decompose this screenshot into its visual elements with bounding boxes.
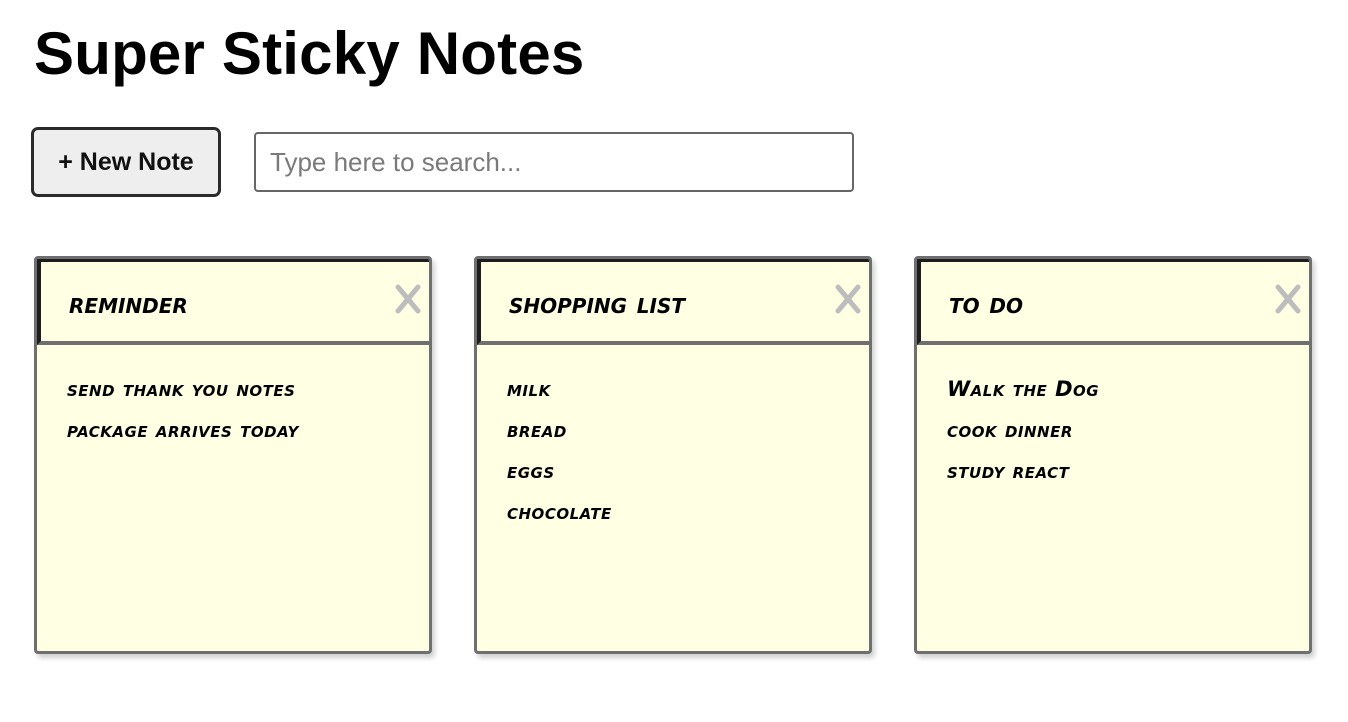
new-note-button[interactable]: + New Note — [31, 127, 221, 197]
note-card-to-do: To Do Walk the Dog cook dinner study rea… — [914, 256, 1312, 654]
note-card-shopping-list: Shopping list milk bread eggs chocolate — [474, 256, 872, 654]
note-header: Shopping list — [477, 259, 869, 345]
close-icon[interactable] — [833, 282, 863, 316]
page-title: Super Sticky Notes — [34, 20, 585, 87]
note-line: cook dinner — [947, 418, 1073, 442]
close-icon[interactable] — [393, 282, 423, 316]
note-title-input[interactable]: reminder — [69, 284, 188, 324]
note-line: bread — [507, 418, 567, 442]
note-title-input[interactable]: To Do — [949, 284, 1023, 324]
close-icon[interactable] — [1273, 282, 1303, 316]
note-header: To Do — [917, 259, 1309, 345]
note-line: eggs — [507, 459, 555, 483]
note-card-reminder: reminder send thank you notes package ar… — [34, 256, 432, 654]
note-header: reminder — [37, 259, 429, 345]
note-title-input[interactable]: Shopping list — [509, 284, 685, 324]
note-line: package arrives today — [67, 418, 299, 442]
note-line: milk — [507, 377, 551, 401]
note-body-textarea[interactable]: milk bread eggs chocolate — [477, 345, 869, 651]
note-line: study react — [947, 459, 1070, 483]
search-input[interactable] — [254, 132, 854, 192]
note-line: send thank you notes — [67, 377, 296, 401]
note-line: chocolate — [507, 500, 612, 524]
note-body-textarea[interactable]: Walk the Dog cook dinner study react — [917, 345, 1309, 651]
note-body-textarea[interactable]: send thank you notes package arrives tod… — [37, 345, 429, 651]
note-line: Walk the Dog — [947, 377, 1100, 401]
